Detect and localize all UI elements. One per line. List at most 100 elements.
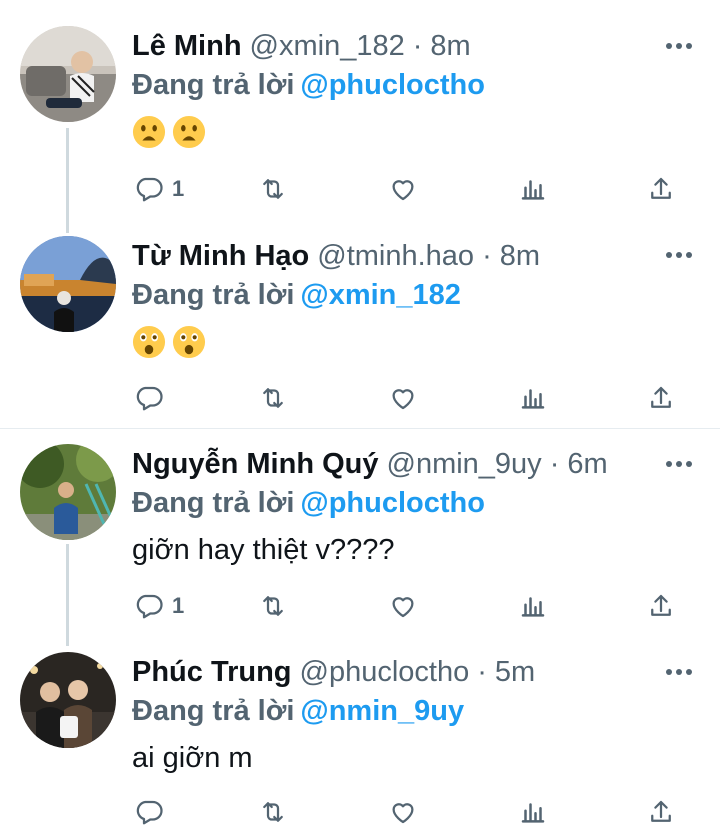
avatar[interactable] [20,26,116,122]
user-handle[interactable]: @tminh.hao [317,240,474,272]
separator-dot: · [482,240,492,272]
replying-to: Đang trả lời @xmin_182 [132,277,700,313]
like-button[interactable] [388,796,418,828]
retweet-icon [263,179,283,199]
like-button[interactable] [388,382,418,414]
reply-button[interactable]: 1 [134,173,184,205]
retweet-icon [263,388,283,408]
retweet-button[interactable] [258,173,288,205]
timestamp[interactable]: 5m [495,656,535,688]
tweet-text: giỡn hay thiệt v???? [132,534,395,566]
like-icon [392,597,414,618]
more-options-button[interactable] [666,251,692,259]
more-options-button[interactable] [666,668,692,676]
replying-to-link[interactable]: @phucloctho [300,69,485,101]
reply-count: 1 [172,593,185,618]
view-stats-button[interactable] [518,173,548,205]
replying-to-link[interactable]: @xmin_182 [300,279,460,311]
tweet-text: ai giỡn m [132,742,253,774]
share-button[interactable] [646,382,676,414]
timestamp[interactable]: 8m [430,30,470,62]
tweet-text [132,113,700,151]
replying-to: Đang trả lời @nmin_9uy [132,693,700,729]
tweet-header: Phúc Trung @phucloctho · 5m [132,654,700,690]
separator-dot: · [549,448,560,480]
display-name[interactable]: Lê Minh [132,28,242,64]
tweet-header: Nguyễn Minh Quý @nmin_9uy · 6m [132,446,700,482]
avatar-image [20,444,116,540]
replying-to-link[interactable]: @nmin_9uy [300,695,464,727]
more-icon [666,461,672,467]
reply-button[interactable] [134,796,172,828]
display-name[interactable]: Từ Minh Hạo [132,238,309,274]
replying-to-link[interactable]: @phucloctho [300,487,485,519]
anguished-face-emoji [172,115,206,149]
reply-button[interactable]: 1 [134,590,184,622]
reply-button[interactable] [134,382,172,414]
view-stats-button[interactable] [518,796,548,828]
conversation-divider [0,428,720,429]
user-handle[interactable]: @nmin_9uy [387,448,542,480]
tweet-actions: 1 [132,590,692,622]
replying-label: Đang trả lời [132,279,295,311]
anguished-face-emoji [132,115,166,149]
stats-icon [521,389,545,409]
share-icon [651,594,671,616]
timestamp[interactable]: 6m [567,448,607,480]
replying-label: Đang trả lời [132,487,295,519]
retweet-icon [263,802,283,822]
astonished-face-emoji [172,325,206,359]
avatar[interactable] [20,236,116,332]
tweet-header: Lê Minh @xmin_182 · 8m [132,28,700,64]
retweet-button[interactable] [258,382,288,414]
replying-label: Đang trả lời [132,69,295,101]
tweet[interactable]: Phúc Trung @phucloctho · 5m Đang trả lời @n… [0,640,720,840]
avatar-image [20,236,116,332]
view-stats-button[interactable] [518,590,548,622]
like-icon [392,180,414,201]
display-name[interactable]: Phúc Trung [132,654,292,690]
more-icon [666,669,672,675]
separator-dot: · [477,656,487,688]
retweet-button[interactable] [258,796,288,828]
tweet-text [132,323,700,361]
user-handle[interactable]: @phucloctho [300,656,470,688]
avatar-image [20,652,116,748]
share-icon [651,386,671,408]
like-button[interactable] [388,173,418,205]
view-stats-button[interactable] [518,382,548,414]
more-options-button[interactable] [666,42,692,50]
share-button[interactable] [646,796,676,828]
reply-icon [136,386,163,411]
stats-icon [521,803,545,823]
astonished-face-emoji [132,325,166,359]
share-icon [651,177,671,199]
tweet-actions [132,796,692,828]
avatar[interactable] [20,444,116,540]
tweet[interactable]: Nguyễn Minh Quý @nmin_9uy · 6m Đang trả lờ… [0,430,720,640]
tweet-actions: 1 [132,173,692,205]
like-icon [392,389,414,410]
tweet-actions [132,382,692,414]
retweet-icon [263,596,283,616]
separator-dot: · [412,30,423,62]
share-icon [651,800,671,822]
avatar-image [20,26,116,122]
stats-icon [521,597,545,617]
reply-icon [136,800,163,825]
reply-icon [136,594,163,619]
retweet-button[interactable] [258,590,288,622]
tweet[interactable]: Từ Minh Hạo @tminh.hao · 8m Đang trả lời @x… [0,214,720,426]
tweet[interactable]: Lê Minh @xmin_182 · 8m Đang trả lời @phuclo… [0,0,720,214]
display-name[interactable]: Nguyễn Minh Quý [132,446,379,482]
avatar[interactable] [20,652,116,748]
user-handle[interactable]: @xmin_182 [250,30,405,62]
share-button[interactable] [646,173,676,205]
like-icon [392,803,414,824]
share-button[interactable] [646,590,676,622]
like-button[interactable] [388,590,418,622]
reply-count: 1 [172,176,185,201]
more-options-button[interactable] [666,460,692,468]
replying-label: Đang trả lời [132,695,295,727]
timestamp[interactable]: 8m [500,240,540,272]
